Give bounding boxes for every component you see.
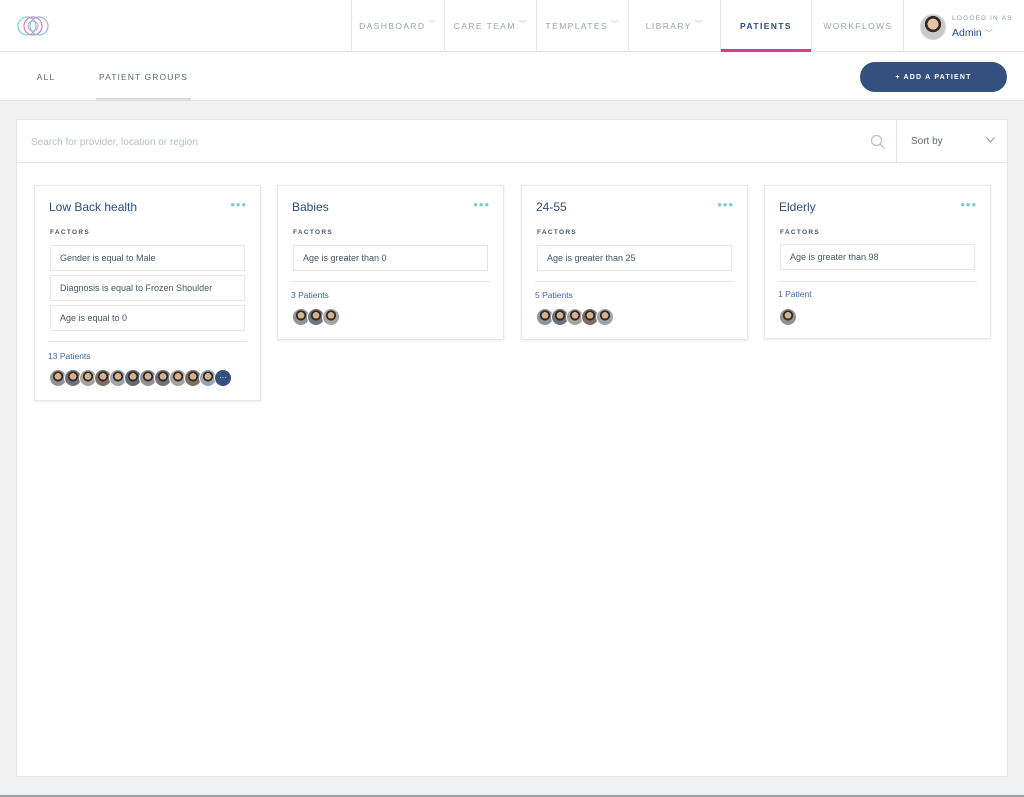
factor-item: Age is greater than 0: [293, 245, 488, 271]
group-title[interactable]: 24-55: [536, 200, 567, 214]
tab-all[interactable]: ALL: [28, 52, 64, 101]
patients-count-link[interactable]: 5 Patients: [535, 290, 573, 300]
tab-label: PATIENT GROUPS: [98, 71, 189, 82]
divider: [291, 281, 490, 282]
chevron-down-icon: ﹀: [428, 20, 437, 28]
factor-item: Age is greater than 98: [780, 244, 975, 270]
factor-item: Diagnosis is equal to Frozen Shoulder: [50, 275, 245, 301]
more-options-icon[interactable]: •••: [230, 198, 247, 211]
more-options-icon[interactable]: •••: [717, 198, 734, 211]
patient-avatar[interactable]: [779, 308, 797, 326]
patient-group-card[interactable]: Low Back health ••• FACTORS Gender is eq…: [34, 185, 261, 401]
patients-count-link[interactable]: 13 Patients: [48, 351, 91, 361]
nav-label: PATIENTS: [740, 20, 792, 31]
factors-label: FACTORS: [780, 229, 821, 236]
chevron-down-icon: [986, 137, 995, 143]
tab-label: ALL: [36, 71, 56, 82]
brand-logo-icon[interactable]: [15, 12, 51, 40]
factor-item: Gender is equal to Male: [50, 245, 245, 271]
group-title[interactable]: Low Back health: [49, 200, 137, 214]
nav-label: DASHBOARD: [359, 20, 426, 31]
more-patients-button[interactable]: ···: [214, 369, 232, 387]
user-name-dropdown[interactable]: Admin ﹀: [952, 27, 993, 39]
sort-dropdown[interactable]: Sort by: [896, 120, 1007, 163]
patient-avatar[interactable]: [596, 308, 614, 326]
factor-item: Age is equal to 0: [50, 305, 245, 331]
factors-label: FACTORS: [293, 229, 334, 236]
more-options-icon[interactable]: •••: [960, 198, 977, 211]
chevron-down-icon: ﹀: [984, 29, 993, 38]
nav-item-templates[interactable]: TEMPLATES ﹀: [536, 0, 628, 51]
factors-label: FACTORS: [537, 229, 578, 236]
user-name: Admin: [952, 27, 982, 39]
search-bar: Sort by: [17, 120, 1007, 163]
add-patient-button[interactable]: + ADD A PATIENT: [860, 62, 1007, 92]
search-icon[interactable]: [870, 134, 886, 150]
nav-label: TEMPLATES: [545, 20, 609, 31]
user-menu[interactable]: LOGGED IN AS Admin ﹀: [903, 0, 1024, 51]
nav-label: WORKFLOWS: [823, 20, 893, 31]
patient-group-card[interactable]: Elderly ••• FACTORS Age is greater than …: [764, 185, 991, 339]
nav-label: CARE TEAM: [453, 20, 516, 31]
patient-avatars: ···: [49, 369, 232, 387]
chevron-down-icon: ﹀: [518, 20, 528, 28]
nav-item-patients[interactable]: PATIENTS: [720, 0, 811, 52]
patient-avatars: [779, 308, 797, 326]
patient-avatars: [292, 308, 340, 326]
group-title[interactable]: Babies: [292, 200, 329, 214]
divider: [48, 341, 247, 342]
chevron-down-icon: ﹀: [694, 20, 704, 28]
group-title[interactable]: Elderly: [779, 200, 816, 214]
divider: [535, 281, 734, 282]
patients-count-link[interactable]: 1 Patient: [778, 289, 812, 299]
sort-label: Sort by: [911, 136, 943, 147]
nav-item-dashboard[interactable]: DASHBOARD ﹀: [351, 0, 444, 51]
patient-avatars: [536, 308, 614, 326]
patient-avatar[interactable]: [322, 308, 340, 326]
user-avatar[interactable]: [920, 14, 946, 40]
more-options-icon[interactable]: •••: [473, 198, 490, 211]
patient-group-card[interactable]: Babies ••• FACTORS Age is greater than 0…: [277, 185, 504, 340]
factors-label: FACTORS: [50, 229, 91, 236]
search-input[interactable]: [31, 130, 861, 154]
patient-group-card[interactable]: 24-55 ••• FACTORS Age is greater than 25…: [521, 185, 748, 340]
logged-in-label: LOGGED IN AS: [952, 15, 1013, 22]
nav-label: LIBRARY: [645, 20, 692, 31]
sub-navigation-bar: ALL PATIENT GROUPS + ADD A PATIENT: [0, 52, 1024, 101]
top-navigation-bar: DASHBOARD ﹀ CARE TEAM ﹀ TEMPLATES ﹀ LIBR…: [0, 0, 1024, 52]
nav-item-workflows[interactable]: WORKFLOWS: [811, 0, 904, 51]
chevron-down-icon: ﹀: [611, 20, 620, 28]
nav-item-care-team[interactable]: CARE TEAM ﹀: [444, 0, 536, 51]
factor-item: Age is greater than 25: [537, 245, 732, 271]
divider: [778, 281, 977, 282]
nav-item-library[interactable]: LIBRARY ﹀: [628, 0, 720, 51]
main-nav: DASHBOARD ﹀ CARE TEAM ﹀ TEMPLATES ﹀ LIBR…: [351, 0, 904, 52]
tab-patient-groups[interactable]: PATIENT GROUPS: [96, 52, 191, 101]
patients-count-link[interactable]: 3 Patients: [291, 290, 329, 300]
